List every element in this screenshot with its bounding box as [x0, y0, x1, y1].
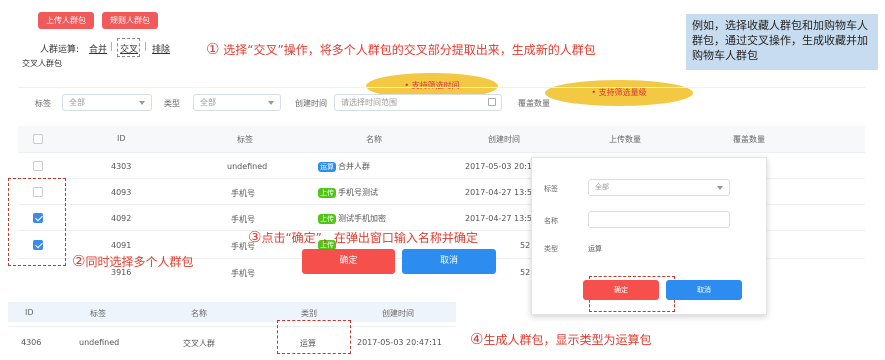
row-id: 4091 — [111, 241, 132, 250]
row-tag: 手机号 — [231, 215, 255, 224]
dialog-tag-label: 标签 — [544, 185, 558, 193]
row-id: 4092 — [111, 214, 132, 223]
row-tag: undefined — [227, 162, 268, 171]
rule-package-button[interactable]: 规则人群包 — [102, 12, 158, 29]
filter-type-label: 类型 — [164, 99, 180, 108]
type-badge: 上传 — [318, 188, 336, 198]
col-coverage: 覆盖数量 — [733, 135, 765, 144]
filter-count-label: 覆盖数量 — [518, 99, 550, 108]
col-upload-count: 上传数量 — [609, 135, 641, 144]
col-tag: 标签 — [237, 135, 253, 144]
row-name[interactable]: 上传 测试手机加密 — [318, 213, 386, 224]
filter-time-input[interactable]: 请选择时间范围 — [334, 94, 502, 111]
row-created: 2017-04-27 13:56 — [465, 188, 538, 197]
confirm-button[interactable]: 确定 — [302, 249, 395, 274]
chevron-down-icon — [139, 101, 145, 105]
annotation-1: ① 选择“交叉”操作，将多个人群包的交叉部分提取出来，生成新的人群包 — [206, 40, 596, 58]
dialog-confirm-button[interactable]: 确定 — [583, 280, 659, 300]
count-filter-bubble: • 支持筛选量级 — [545, 80, 693, 106]
col-id: ID — [117, 134, 126, 143]
row-id: 4303 — [111, 162, 132, 171]
ops-label: 人群运算: — [40, 45, 80, 55]
col-name: 名称 — [366, 135, 382, 144]
row-upload-count: 52 — [520, 268, 531, 277]
intersect-link[interactable]: 交叉 — [120, 42, 138, 55]
row-name[interactable]: 上传 手机号测试 — [318, 187, 378, 198]
create-package-dialog: 标签 全部 名称 类型 运算 确定 取消 — [531, 157, 767, 315]
calendar-icon — [488, 98, 496, 106]
result-col-type: 类别 — [301, 309, 317, 318]
result-col-tag: 标签 — [90, 309, 106, 318]
result-row-created: 2017-05-03 20:47:11 — [357, 338, 442, 347]
checkbox-selection-highlight — [8, 178, 66, 266]
exclude-link[interactable]: 排除 — [152, 42, 170, 55]
annotation-2: ②同时选择多个人群包 — [72, 252, 194, 270]
type-badge: 运算 — [318, 162, 336, 172]
chevron-down-icon — [717, 186, 723, 190]
row-upload-count: 52 — [520, 241, 531, 250]
cancel-button[interactable]: 取消 — [402, 249, 496, 274]
annotation-4: ④生成人群包，显示类型为运算包 — [470, 330, 652, 348]
dialog-name-input[interactable] — [588, 211, 730, 228]
filter-tag-label: 标签 — [35, 99, 51, 108]
filter-tag-select[interactable]: 全部 — [62, 94, 152, 111]
select-all-checkbox[interactable] — [33, 134, 43, 144]
merge-link[interactable]: 合并 — [89, 42, 107, 55]
chevron-down-icon — [268, 101, 274, 105]
row-checkbox[interactable] — [33, 161, 43, 171]
dialog-cancel-button[interactable]: 取消 — [666, 280, 742, 300]
annotation-3: ③点击“确定”，在弹出窗口输入名称并确定 — [248, 228, 478, 246]
filter-type-select[interactable]: 全部 — [193, 94, 281, 111]
dialog-name-label: 名称 — [544, 217, 558, 225]
dialog-tag-select[interactable]: 全部 — [588, 179, 730, 196]
row-name[interactable]: 运算 合并人群 — [318, 161, 370, 172]
col-created: 创建时间 — [488, 135, 520, 144]
row-created: 2017-05-03 20:12 — [465, 162, 538, 171]
result-row-tag: undefined — [79, 338, 120, 347]
result-row-name: 交叉人群 — [183, 339, 215, 348]
row-created: 2017-04-27 13:55 — [465, 214, 538, 223]
result-col-created: 创建时间 — [382, 309, 414, 318]
type-badge: 上传 — [318, 214, 336, 224]
row-tag: 手机号 — [231, 269, 255, 278]
result-row-type: 运算 — [300, 339, 316, 348]
example-note-box: 例如，选择收藏人群包和加购物车人群包，通过交叉操作，生成收藏并加购物车人群包 — [686, 14, 878, 70]
result-col-name: 名称 — [191, 309, 207, 318]
row-tag: 手机号 — [231, 189, 255, 198]
dialog-type-label: 类型 — [544, 245, 558, 253]
dialog-type-value: 运算 — [588, 245, 602, 253]
row-id: 4093 — [111, 188, 132, 197]
result-row-id: 4306 — [21, 338, 42, 347]
intersect-package-label: 交叉人群包 — [22, 59, 62, 68]
upload-package-button[interactable]: 上传人群包 — [38, 12, 94, 29]
filter-time-label: 创建时间 — [295, 99, 327, 108]
result-col-id: ID — [25, 308, 34, 317]
